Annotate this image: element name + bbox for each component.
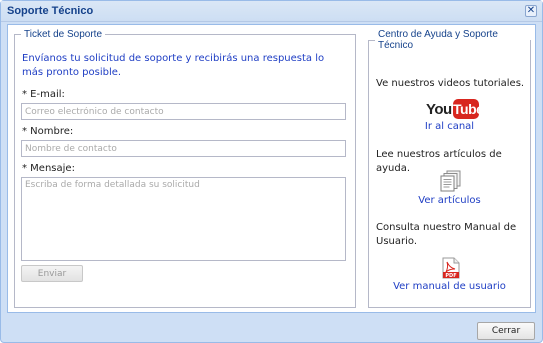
close-icon[interactable]: ✕ xyxy=(525,5,537,17)
view-articles-link[interactable]: Ver artículos xyxy=(369,195,530,206)
ticket-intro-text: Envíanos tu solicitud de soporte y recib… xyxy=(22,53,325,78)
videos-text: Ve nuestros videos tutoriales. xyxy=(376,78,525,89)
dialog-body: Ticket de Soporte Envíanos tu solicitud … xyxy=(7,24,536,313)
pdf-badge: PDF xyxy=(445,273,456,279)
message-field[interactable] xyxy=(21,177,346,261)
message-label: * Mensaje: xyxy=(22,163,75,174)
email-field[interactable] xyxy=(21,103,346,120)
send-button[interactable]: Enviar xyxy=(21,265,83,282)
dialog-titlebar[interactable]: Soporte Técnico ✕ xyxy=(1,1,542,22)
email-label: * E-mail: xyxy=(22,89,65,100)
name-field[interactable] xyxy=(21,140,346,157)
youtube-logo-you: You xyxy=(426,101,452,118)
manual-text: Consulta nuestro Manual de Usuario. xyxy=(376,222,517,247)
support-dialog: Soporte Técnico ✕ Ticket de Soporte Enví… xyxy=(0,0,543,343)
help-center-fieldset: Centro de Ayuda y Soporte Técnico Ve nue… xyxy=(368,29,531,308)
view-manual-link[interactable]: Ver manual de usuario xyxy=(369,281,530,292)
ticket-fieldset: Ticket de Soporte Envíanos tu solicitud … xyxy=(14,29,356,308)
name-label: * Nombre: xyxy=(22,126,74,137)
documents-stack-icon[interactable] xyxy=(440,170,462,192)
close-button[interactable]: Cerrar xyxy=(477,322,535,340)
ticket-legend: Ticket de Soporte xyxy=(24,29,103,40)
youtube-logo-tube: Tube xyxy=(453,99,484,119)
help-center-legend: Centro de Ayuda y Soporte Técnico xyxy=(378,29,498,51)
youtube-channel-link[interactable]: Ir al canal xyxy=(369,121,530,132)
youtube-logo-icon[interactable]: You Tube xyxy=(426,99,484,119)
dialog-title: Soporte Técnico xyxy=(7,5,94,17)
pdf-file-icon[interactable]: PDF xyxy=(442,257,460,279)
